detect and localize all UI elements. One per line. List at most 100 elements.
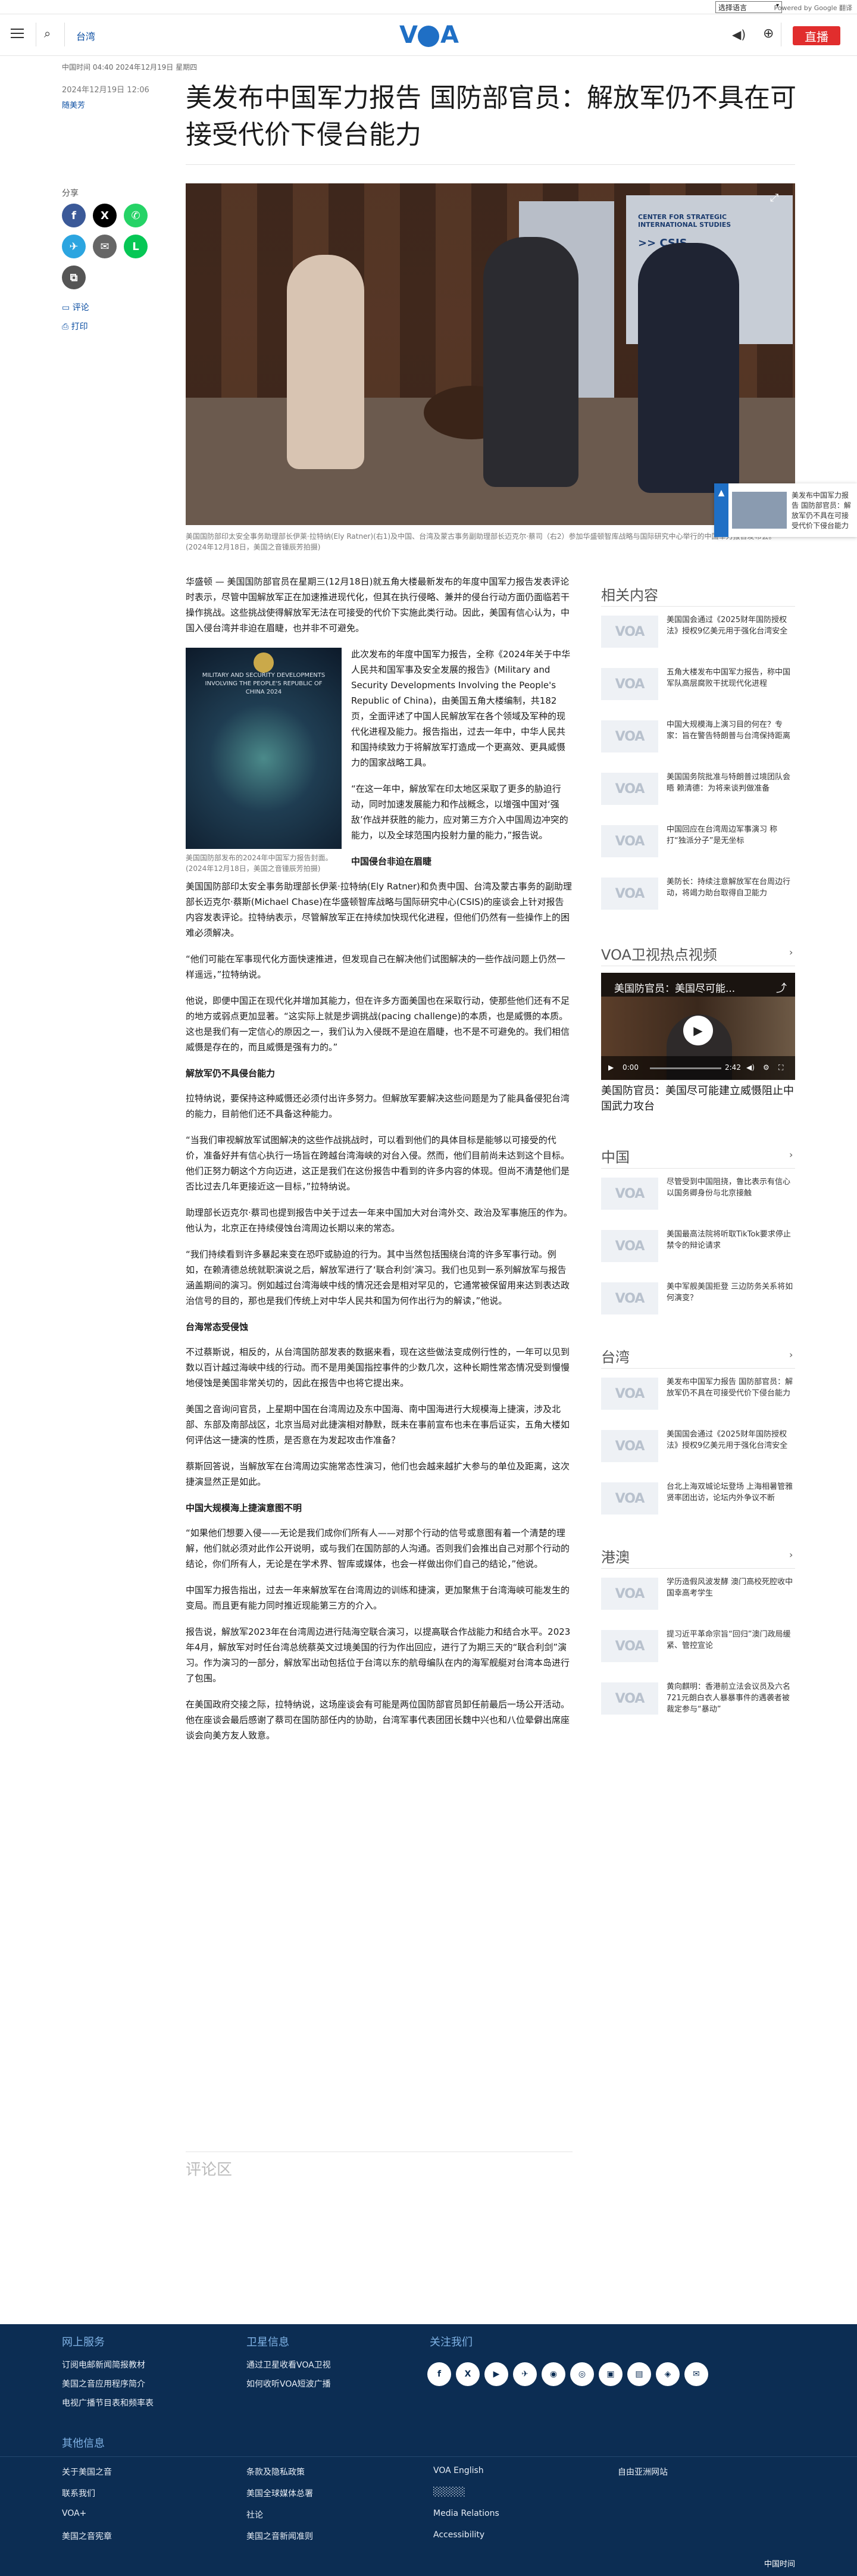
footer-link[interactable]: ░░░░░ (433, 2487, 465, 2497)
youtube-icon[interactable]: ▶ (484, 2362, 508, 2386)
footer-link[interactable]: 关于美国之音 (62, 2466, 112, 2478)
taiwan-section-heading[interactable]: 台湾 (601, 1345, 630, 1366)
x-twitter-icon[interactable]: X (93, 204, 117, 227)
play-icon[interactable]: ▶ (683, 1016, 713, 1045)
globe-icon[interactable]: ⊕ (763, 26, 774, 41)
hk-macau-section-heading[interactable]: 港澳 (601, 1545, 630, 1566)
line-icon[interactable]: L (124, 235, 148, 258)
section-link-taiwan[interactable]: 台湾 (76, 29, 95, 43)
x-twitter-icon[interactable]: X (456, 2362, 480, 2386)
language-select[interactable]: 选择语言 ▾ (715, 1, 782, 13)
play-icon[interactable]: ▶ (608, 1063, 614, 1072)
related-item[interactable]: VOA 美国国会通过《2025财年国防授权法》授权9亿美元用于强化台湾安全 (601, 613, 795, 656)
live-button[interactable]: 直播 (793, 26, 840, 45)
footer-link[interactable]: VOA+ (62, 2509, 86, 2518)
voa-thumbnail: VOA (601, 825, 658, 857)
email-icon[interactable]: ✉ (93, 235, 117, 258)
footer-link[interactable]: 电视广播节目表和频率表 (62, 2397, 154, 2409)
footer-link[interactable]: 订阅电邮新闻简报教材 (62, 2359, 145, 2371)
chevron-right-icon[interactable]: › (789, 1349, 793, 1360)
telegram-icon[interactable]: ✈ (62, 235, 86, 258)
related-item[interactable]: VOA 中国回应在台湾周边军事演习 称打“独派分子”是无坐标 (601, 823, 795, 866)
chevron-right-icon[interactable]: › (789, 947, 793, 958)
threads-icon[interactable]: ◎ (570, 2362, 594, 2386)
news-item[interactable]: VOA 尽管受到中国阻挠，鲁比表示有信心以国务卿身份与北京接触 (601, 1175, 795, 1218)
related-item[interactable]: VOA 美防长：持续注意解放军在台周边行动，将竭力助台取得自卫能力 (601, 875, 795, 918)
divider (186, 164, 795, 165)
paragraph: “他们可能在军事现代化方面快速推进，但发现自己在解决他们试图解决的一些作战问题上… (186, 954, 565, 980)
news-item[interactable]: VOA 黄向麒明：香港前立法会议员及六名721元朗白衣人暴暴事件的遇袭者被裁定参与… (601, 1680, 795, 1723)
related-item[interactable]: VOA 中国大规模海上演习目的何在？专家：旨在警告特朗普与台湾保持距离 (601, 718, 795, 761)
footer-link[interactable]: 美国全球媒体总署 (246, 2487, 313, 2499)
footer-link[interactable]: 美国之音应用程序简介 (62, 2378, 145, 2390)
fullscreen-icon[interactable]: ⛶ (778, 1063, 783, 1072)
comment-link[interactable]: ▭ 评论 (62, 301, 89, 313)
footer-link[interactable]: 联系我们 (62, 2487, 95, 2499)
news-item[interactable]: VOA 美国最高法院将听取TikTok要求停止禁令的辩论请求 (601, 1228, 795, 1270)
news-item[interactable]: VOA 美国国会通过《2025财年国防授权法》授权9亿美元用于强化台湾安全 (601, 1428, 795, 1470)
related-item[interactable]: VOA 五角大楼发布中国军力报告，称中国军队高层腐败干扰现代化进程 (601, 666, 795, 708)
footer-heading: 关注我们 (430, 2336, 473, 2349)
divider (601, 1168, 795, 1169)
voa-logo[interactable]: VA (398, 21, 459, 49)
floating-related-card[interactable]: ▲ 美发布中国军力报告 国防部官员：解放军仍不具在可接受代价下侵台能力 (714, 483, 857, 537)
news-app-icon[interactable]: ▤ (627, 2362, 651, 2386)
video-caption-link[interactable]: 美国防官员：美国尽可能建立威慑阻止中国武力攻台 (601, 1084, 795, 1114)
chevron-right-icon[interactable]: › (789, 1149, 793, 1160)
podcast-icon[interactable]: ▣ (599, 2362, 623, 2386)
facebook-icon[interactable]: f (427, 2362, 451, 2386)
news-item[interactable]: VOA 提习近平革命宗旨“回归”澳门政局缓紧、管控宣论 (601, 1628, 795, 1671)
section-heading: 中国侵台非迫在眉睫 (351, 856, 432, 867)
paragraph: 蔡斯回答说，当解放军在台湾周边实施常态性演习，他们也会越来越扩大参与的单位及距离… (186, 1461, 570, 1487)
video-player[interactable]: 美国防官员：美国尽可能... ⤴ ▶ ▶ 0:00 2:42 ◀) ⚙ ⛶ (601, 973, 795, 1080)
expand-icon[interactable]: ⤢ (770, 192, 778, 204)
footer-link[interactable]: VOA English (433, 2466, 484, 2475)
paragraph: 报告说，解放军2023年在台湾周边进行陆海空联合演习，以提高联合作战能力和结合水… (186, 1626, 571, 1684)
rss-icon[interactable]: ◈ (656, 2362, 680, 2386)
news-item[interactable]: VOA 学历造假风波发酵 澳门高校死腔收中国幸高考学生 (601, 1575, 795, 1618)
footer-link[interactable]: Media Relations (433, 2509, 499, 2518)
footer-link[interactable]: 如何收听VOA短波广播 (246, 2378, 331, 2390)
whatsapp-icon[interactable]: ✆ (124, 204, 148, 227)
video-progress-bar[interactable] (650, 1067, 721, 1069)
voa-thumbnail: VOA (601, 1282, 658, 1314)
footer-heading: 其他信息 (62, 2437, 105, 2450)
related-item[interactable]: VOA 美国国务院批准与特朗普过境团队会晤 赖清德：为将来谈判做准备 (601, 770, 795, 813)
china-section-heading[interactable]: 中国 (601, 1145, 630, 1166)
footer-link[interactable]: 条款及隐私政策 (246, 2466, 305, 2478)
news-item[interactable]: VOA 台北上海双城论坛登场 上海相暑管雅贤率团出访，论坛内外争议不断 (601, 1480, 795, 1523)
volume-icon[interactable]: ◀) (746, 1063, 755, 1072)
print-link[interactable]: ⎙ 打印 (62, 320, 88, 332)
paragraph: 美国国防部印太安全事务助理部长伊莱·拉特纳(Ely Ratner)和负责中国、台… (186, 881, 572, 938)
facebook-icon[interactable]: f (62, 204, 86, 227)
chevron-right-icon[interactable]: › (789, 1549, 793, 1560)
google-translate-credit[interactable]: Powered by Google 翻译 (774, 3, 852, 13)
share-icon[interactable]: ⤴ (776, 980, 787, 995)
footer-link[interactable]: 自由亚洲网站 (618, 2466, 668, 2478)
arrow-up-icon[interactable]: ▲ (714, 483, 728, 537)
footer-link[interactable]: 社论 (246, 2509, 263, 2521)
news-item[interactable]: VOA 美中军舰美国拒登 三边防务关系将如何演变？ (601, 1280, 795, 1323)
voa-thumbnail: VOA (601, 773, 658, 805)
video-section-heading[interactable]: VOA卫视热点视频 (601, 943, 717, 964)
menu-icon[interactable] (11, 29, 24, 41)
audio-icon[interactable]: ◀) (732, 27, 746, 42)
paragraph: “在这一年中，解放军在印太地区采取了更多的胁迫行动，同时加速发展能力和作战概念，… (351, 783, 568, 841)
settings-icon[interactable]: ⚙ (763, 1063, 770, 1072)
telegram-icon[interactable]: ✈ (513, 2362, 537, 2386)
author-link[interactable]: 随美芳 (62, 99, 85, 110)
comments-heading: 评论区 (186, 2161, 233, 2179)
email-icon[interactable]: ✉ (684, 2362, 708, 2386)
news-item[interactable]: VOA 美发布中国军力报告 国防部官员：解放军仍不具在可接受代价下侵台能力 (601, 1375, 795, 1418)
footer-link[interactable]: Accessibility (433, 2530, 484, 2540)
paragraph: 拉特纳说，要保持这种威慑还必须付出许多努力。但解放军要解决这些问题是为了能具备侵… (186, 1093, 570, 1119)
voa-thumbnail: VOA (601, 1178, 658, 1210)
voa-thumbnail: VOA (601, 878, 658, 910)
copy-link-icon[interactable]: ⧉ (62, 266, 86, 289)
paragraph: 助理部长迈克尔·蔡司也提到报告中关于过去一年来中国加大对台湾外交、政治及军事施压… (186, 1207, 573, 1234)
instagram-icon[interactable]: ◉ (542, 2362, 565, 2386)
footer-link[interactable]: 美国之音宪章 (62, 2530, 112, 2542)
footer-link[interactable]: 美国之音新闻准则 (246, 2530, 313, 2542)
footer-link[interactable]: 通过卫星收看VOA卫视 (246, 2359, 331, 2371)
search-icon[interactable]: ⌕ (44, 26, 51, 40)
